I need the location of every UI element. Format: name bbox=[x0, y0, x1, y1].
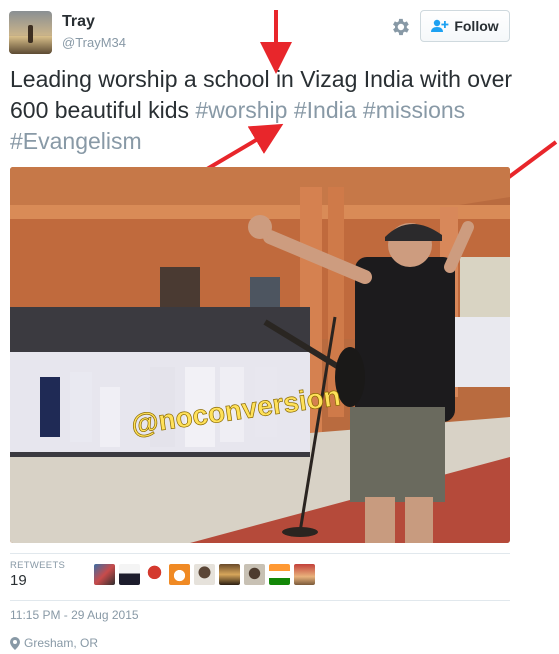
retweeter-avatar[interactable] bbox=[294, 564, 315, 585]
retweets-count[interactable]: 19 bbox=[10, 572, 27, 589]
location-label: Gresham, OR bbox=[24, 636, 99, 650]
retweeter-avatar[interactable] bbox=[94, 564, 115, 585]
tweet-timestamp[interactable]: 11:15 PM - 29 Aug 2015 bbox=[10, 608, 139, 622]
tweet-stats: RETWEETS 19 bbox=[10, 553, 510, 601]
map-pin-icon bbox=[10, 636, 20, 650]
retweeter-avatar[interactable] bbox=[194, 564, 215, 585]
tweet-location[interactable]: Gresham, OR bbox=[10, 636, 98, 650]
retweeter-avatar[interactable] bbox=[119, 564, 140, 585]
photo-scene: @noconversion bbox=[10, 167, 510, 543]
retweeter-avatar[interactable] bbox=[219, 564, 240, 585]
retweeter-avatar[interactable] bbox=[169, 564, 190, 585]
tweet-photo[interactable]: @noconversion bbox=[10, 167, 510, 543]
retweeter-avatar[interactable] bbox=[244, 564, 265, 585]
retweeter-avatar[interactable] bbox=[269, 564, 290, 585]
retweeter-avatars bbox=[94, 564, 315, 585]
retweeter-avatar[interactable] bbox=[144, 564, 165, 585]
retweets-label: RETWEETS bbox=[10, 560, 66, 571]
